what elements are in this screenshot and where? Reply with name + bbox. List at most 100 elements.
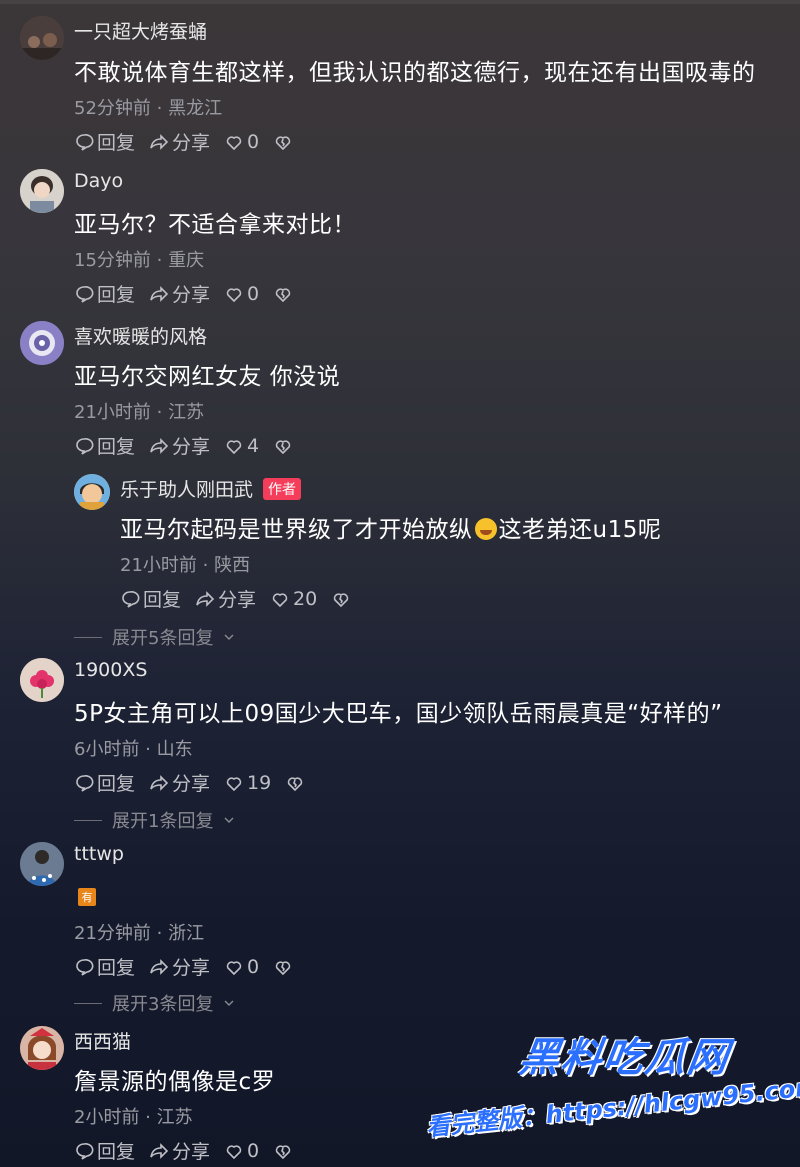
avatar[interactable] [20,658,64,702]
dislike-button[interactable] [273,436,293,456]
comment-meta: 21小时前 · 陕西 [120,555,251,576]
chevron-down-icon [224,1000,234,1006]
share-icon [150,1142,169,1159]
broken-heart-icon [275,1144,291,1159]
username-text: 乐于助人刚田武 [120,479,254,501]
dislike-button[interactable] [331,589,351,609]
reply-icon [76,285,94,303]
broken-heart-icon [275,135,291,150]
username[interactable]: Dayo [74,170,123,192]
author-badge: 作者 [263,478,302,500]
like-button[interactable]: 0 [224,131,259,153]
avatar-photo-icon [20,16,64,60]
reply-icon [76,437,94,455]
avatar-photo-icon [20,321,64,365]
like-count: 20 [293,587,318,610]
dislike-button[interactable] [273,957,293,977]
avatar[interactable] [20,16,64,60]
share-button[interactable]: 分享 [149,280,210,307]
broken-heart-icon [287,776,303,791]
share-label: 分享 [172,957,211,979]
username[interactable]: 一只超大烤蚕蛹 [74,17,207,44]
dislike-button[interactable] [273,132,293,152]
like-button[interactable]: 20 [270,588,317,610]
share-button[interactable]: 分享 [195,585,256,612]
username[interactable]: 喜欢暖暖的风格 [74,322,207,349]
watermark: 黑料吃瓜网 看完整版：https://hlcgw95.com [425,1025,800,1155]
share-button[interactable]: 分享 [149,953,210,980]
username[interactable]: 1900XS [74,659,147,681]
reply-button[interactable]: 回复 [74,769,135,796]
like-button[interactable]: 0 [224,956,259,978]
avatar[interactable] [20,321,64,365]
username[interactable]: 乐于助人刚田武 作者 [120,475,302,502]
comment-meta: 52分钟前 · 黑龙江 [74,98,223,119]
comment-text: 亚马尔起码是世界级了才开始放纵 这老弟还u15呢 [120,510,661,544]
broken-heart-icon [275,439,291,454]
comment-actions: 回复 分享 4 [74,432,293,459]
share-button[interactable]: 分享 [149,1137,210,1164]
like-button[interactable]: 0 [224,1140,259,1162]
share-button[interactable]: 分享 [149,432,210,459]
comment-text-part: 亚马尔起码是世界级了才开始放纵 [120,517,473,543]
heart-icon [226,960,242,975]
like-count: 0 [247,130,260,153]
like-button[interactable]: 4 [224,435,259,457]
like-button[interactable]: 0 [224,283,259,305]
like-count: 4 [247,434,260,457]
expand-divider [74,1002,102,1004]
avatar[interactable] [20,169,64,213]
dislike-button[interactable] [273,1141,293,1161]
expand-replies-button[interactable]: 展开3条回复 [74,990,235,1016]
comment-meta: 21分钟前 · 浙江 [74,923,205,944]
reply-button[interactable]: 回复 [74,432,135,459]
sticker-badge: 有 [78,888,96,906]
share-icon [150,133,169,150]
chevron-down-icon [224,817,234,823]
broken-heart-icon [275,960,291,975]
like-button[interactable]: 19 [224,772,271,794]
share-button[interactable]: 分享 [149,769,210,796]
avatar[interactable] [74,474,110,510]
reply-label: 回复 [97,1141,136,1163]
avatar-photo-icon [20,842,64,886]
expand-replies-button[interactable]: 展开1条回复 [74,807,235,833]
comment-text-part: 这老弟还u15呢 [498,517,662,543]
watermark-title: 黑料吃瓜网 [516,1035,733,1081]
comment-text: 亚马尔交网红女友 你没说 [74,364,341,390]
comment-actions: 回复 分享 20 [120,585,351,612]
reply-button[interactable]: 回复 [74,1137,135,1164]
broken-heart-icon [333,592,349,607]
avatar[interactable] [20,842,64,886]
heart-icon [226,287,242,302]
comment-actions: 回复 分享 0 [74,953,293,980]
expand-replies-button[interactable]: 展开5条回复 [74,624,235,650]
share-icon [150,437,169,454]
chevron-down-icon [224,634,234,640]
reply-label: 回复 [97,957,136,979]
reply-icon [76,133,94,151]
share-label: 分享 [172,284,211,306]
share-icon [150,958,169,975]
comment-actions: 回复 分享 0 [74,1137,293,1164]
comment-actions: 回复 分享 0 [74,128,293,155]
share-label: 分享 [172,436,211,458]
avatar-cartoon-icon [74,474,110,510]
comment-meta: 15分钟前 · 重庆 [74,250,205,271]
dislike-button[interactable] [285,773,305,793]
reply-button[interactable]: 回复 [74,128,135,155]
reply-button[interactable]: 回复 [74,953,135,980]
username[interactable]: tttwp [74,843,124,865]
comment-meta: 21小时前 · 江苏 [74,402,205,423]
share-button[interactable]: 分享 [149,128,210,155]
dislike-button[interactable] [273,284,293,304]
username[interactable]: 西西猫 [74,1027,131,1054]
avatar-anime-icon [20,1026,64,1070]
like-count: 19 [247,771,272,794]
reply-label: 回复 [143,589,182,611]
reply-button[interactable]: 回复 [74,280,135,307]
reply-button[interactable]: 回复 [120,585,181,612]
reply-label: 回复 [97,284,136,306]
avatar[interactable] [20,1026,64,1070]
expand-divider [74,819,102,821]
